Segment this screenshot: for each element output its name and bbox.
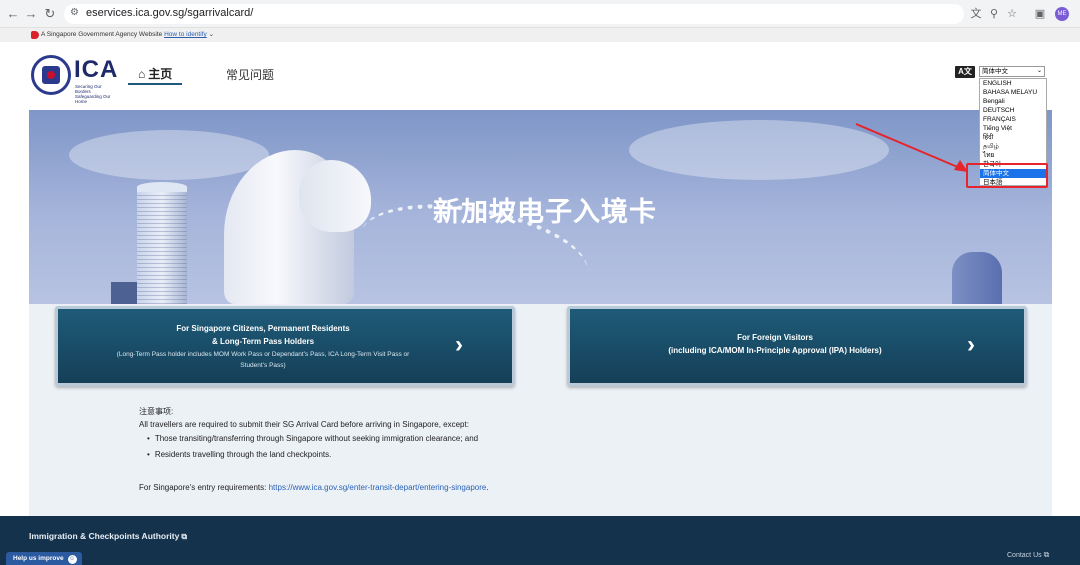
side-panel-icon[interactable]: ▣ [1032, 6, 1048, 22]
language-option-thai[interactable]: ไทย [980, 151, 1046, 160]
hero-cloud [69, 130, 269, 180]
language-option-german[interactable]: DEUTSCH [980, 106, 1046, 115]
language-option-french[interactable]: FRANÇAIS [980, 115, 1046, 124]
gov-masthead-text: A Singapore Government Agency Website Ho… [41, 30, 214, 38]
list-item: Those transiting/transferring through Si… [147, 434, 478, 450]
back-icon[interactable]: ← [4, 5, 22, 23]
chevron-down-icon: ⌄ [1036, 68, 1042, 74]
language-option-english[interactable]: ENGLISH [980, 79, 1046, 88]
singapore-lion-icon [31, 31, 39, 39]
entry-requirements-link[interactable]: https://www.ica.gov.sg/enter-transit-dep… [269, 483, 487, 492]
visitors-card-title-line1: For Foreign Visitors [737, 333, 813, 342]
visitors-card-button[interactable]: For Foreign Visitors (including ICA/MOM … [567, 306, 1027, 386]
ica-authority-link[interactable]: Immigration & Checkpoints Authority ⧉ [29, 531, 187, 542]
visitors-card-title: For Foreign Visitors (including ICA/MOM … [570, 331, 980, 357]
address-bar[interactable]: ⚙ eservices.ica.gov.sg/sgarrivalcard/ [64, 4, 964, 24]
language-option-bengali[interactable]: Bengali [980, 97, 1046, 106]
site-header: ICA Securing Our Borders Safeguarding Ou… [0, 42, 1080, 110]
forward-icon[interactable]: → [22, 5, 40, 23]
language-option-hindi[interactable]: हिंदी [980, 133, 1046, 142]
chevron-right-icon: › [455, 331, 463, 358]
residents-card-title: For Singapore Citizens, Permanent Reside… [58, 322, 468, 348]
language-select[interactable]: 简体中文 ⌄ [979, 66, 1045, 77]
hero-title: 新加坡电子入境卡 [433, 197, 657, 227]
chevron-down-icon: ⌄ [208, 31, 215, 38]
notes-title: 注意事项: [139, 407, 174, 416]
ica-logo-tagline: Securing Our Borders Safeguarding Our Ho… [75, 84, 111, 104]
url-text: eservices.ica.gov.sg/sgarrivalcard/ [86, 7, 254, 19]
contact-us-label: Contact Us [1007, 552, 1042, 559]
language-select-value: 简体中文 [982, 68, 1008, 75]
zoom-icon[interactable]: ⚲ [986, 6, 1002, 22]
ica-logo[interactable]: ICA [74, 56, 118, 84]
nav-home[interactable]: ⌂ 主页 [128, 65, 183, 85]
entry-requirements-label: For Singapore's entry requirements: [139, 483, 269, 492]
visitors-card-title-line2: (including ICA/MOM In-Principle Approval… [668, 346, 882, 355]
external-link-icon: ⧉ [181, 532, 188, 541]
ica-crest-icon[interactable] [31, 55, 71, 95]
reload-icon[interactable]: ↻ [41, 5, 59, 23]
residents-card-title-line2: & Long-Term Pass Holders [211, 337, 315, 346]
translate-icon[interactable]: 文 [968, 6, 984, 22]
nav-faq[interactable]: 常见问题 [226, 66, 274, 83]
residents-card-button[interactable]: For Singapore Citizens, Permanent Reside… [55, 306, 515, 386]
site-info-icon[interactable]: ⚙ [70, 7, 79, 18]
profile-avatar[interactable]: ME [1055, 7, 1069, 21]
contact-us-link[interactable]: Contact Us ⧉ [1007, 550, 1049, 560]
language-option-malay[interactable]: BAHASA MELAYU [980, 88, 1046, 97]
how-to-identify-link[interactable]: How to identify [164, 31, 207, 38]
ica-authority-label: Immigration & Checkpoints Authority [29, 531, 180, 541]
smiley-icon: ☺ [67, 555, 77, 564]
gov-masthead-label: A Singapore Government Agency Website [41, 31, 163, 38]
external-link-icon: ⧉ [1043, 550, 1050, 559]
site-footer: Immigration & Checkpoints Authority ⧉ Con… [0, 516, 1080, 565]
language-icon: A文 [955, 66, 975, 78]
notes-exceptions-list: Those transiting/transferring through Si… [147, 434, 478, 466]
residents-card-note-line2: Student’s Pass) [240, 362, 286, 369]
annotation-highlight-box [966, 163, 1048, 188]
entry-requirements: For Singapore's entry requirements: http… [139, 483, 489, 492]
language-option-vietnamese[interactable]: Tiếng Việt [980, 124, 1046, 133]
nav-home-label: 主页 [148, 67, 173, 81]
bookmark-star-icon[interactable]: ☆ [1004, 6, 1020, 22]
hero-tower-windows [137, 192, 187, 304]
hero-building [111, 282, 139, 304]
notes-intro: All travellers are required to submit th… [139, 420, 469, 429]
entry-requirements-suffix: . [486, 483, 489, 492]
list-item: Residents travelling through the land ch… [147, 450, 478, 466]
language-option-tamil[interactable]: தமிழ் [980, 142, 1046, 151]
merlion-head [299, 160, 371, 232]
annotation-arrow-icon [855, 123, 968, 172]
home-icon: ⌂ [138, 67, 146, 81]
chevron-right-icon: › [967, 331, 975, 358]
residents-card-note: (Long-Term Pass holder includes MOM Work… [58, 349, 468, 371]
gov-masthead: A Singapore Government Agency Website Ho… [0, 28, 1080, 42]
help-us-improve-button[interactable]: Help us improve ☺ [6, 552, 82, 565]
residents-card-note-line1: (Long-Term Pass holder includes MOM Work… [116, 351, 410, 358]
browser-toolbar: ← → ↻ ⚙ eservices.ica.gov.sg/sgarrivalca… [0, 0, 1080, 28]
residents-card-title-line1: For Singapore Citizens, Permanent Reside… [176, 324, 350, 333]
help-us-improve-label: Help us improve [13, 555, 64, 562]
hero-building-right [952, 252, 1002, 304]
